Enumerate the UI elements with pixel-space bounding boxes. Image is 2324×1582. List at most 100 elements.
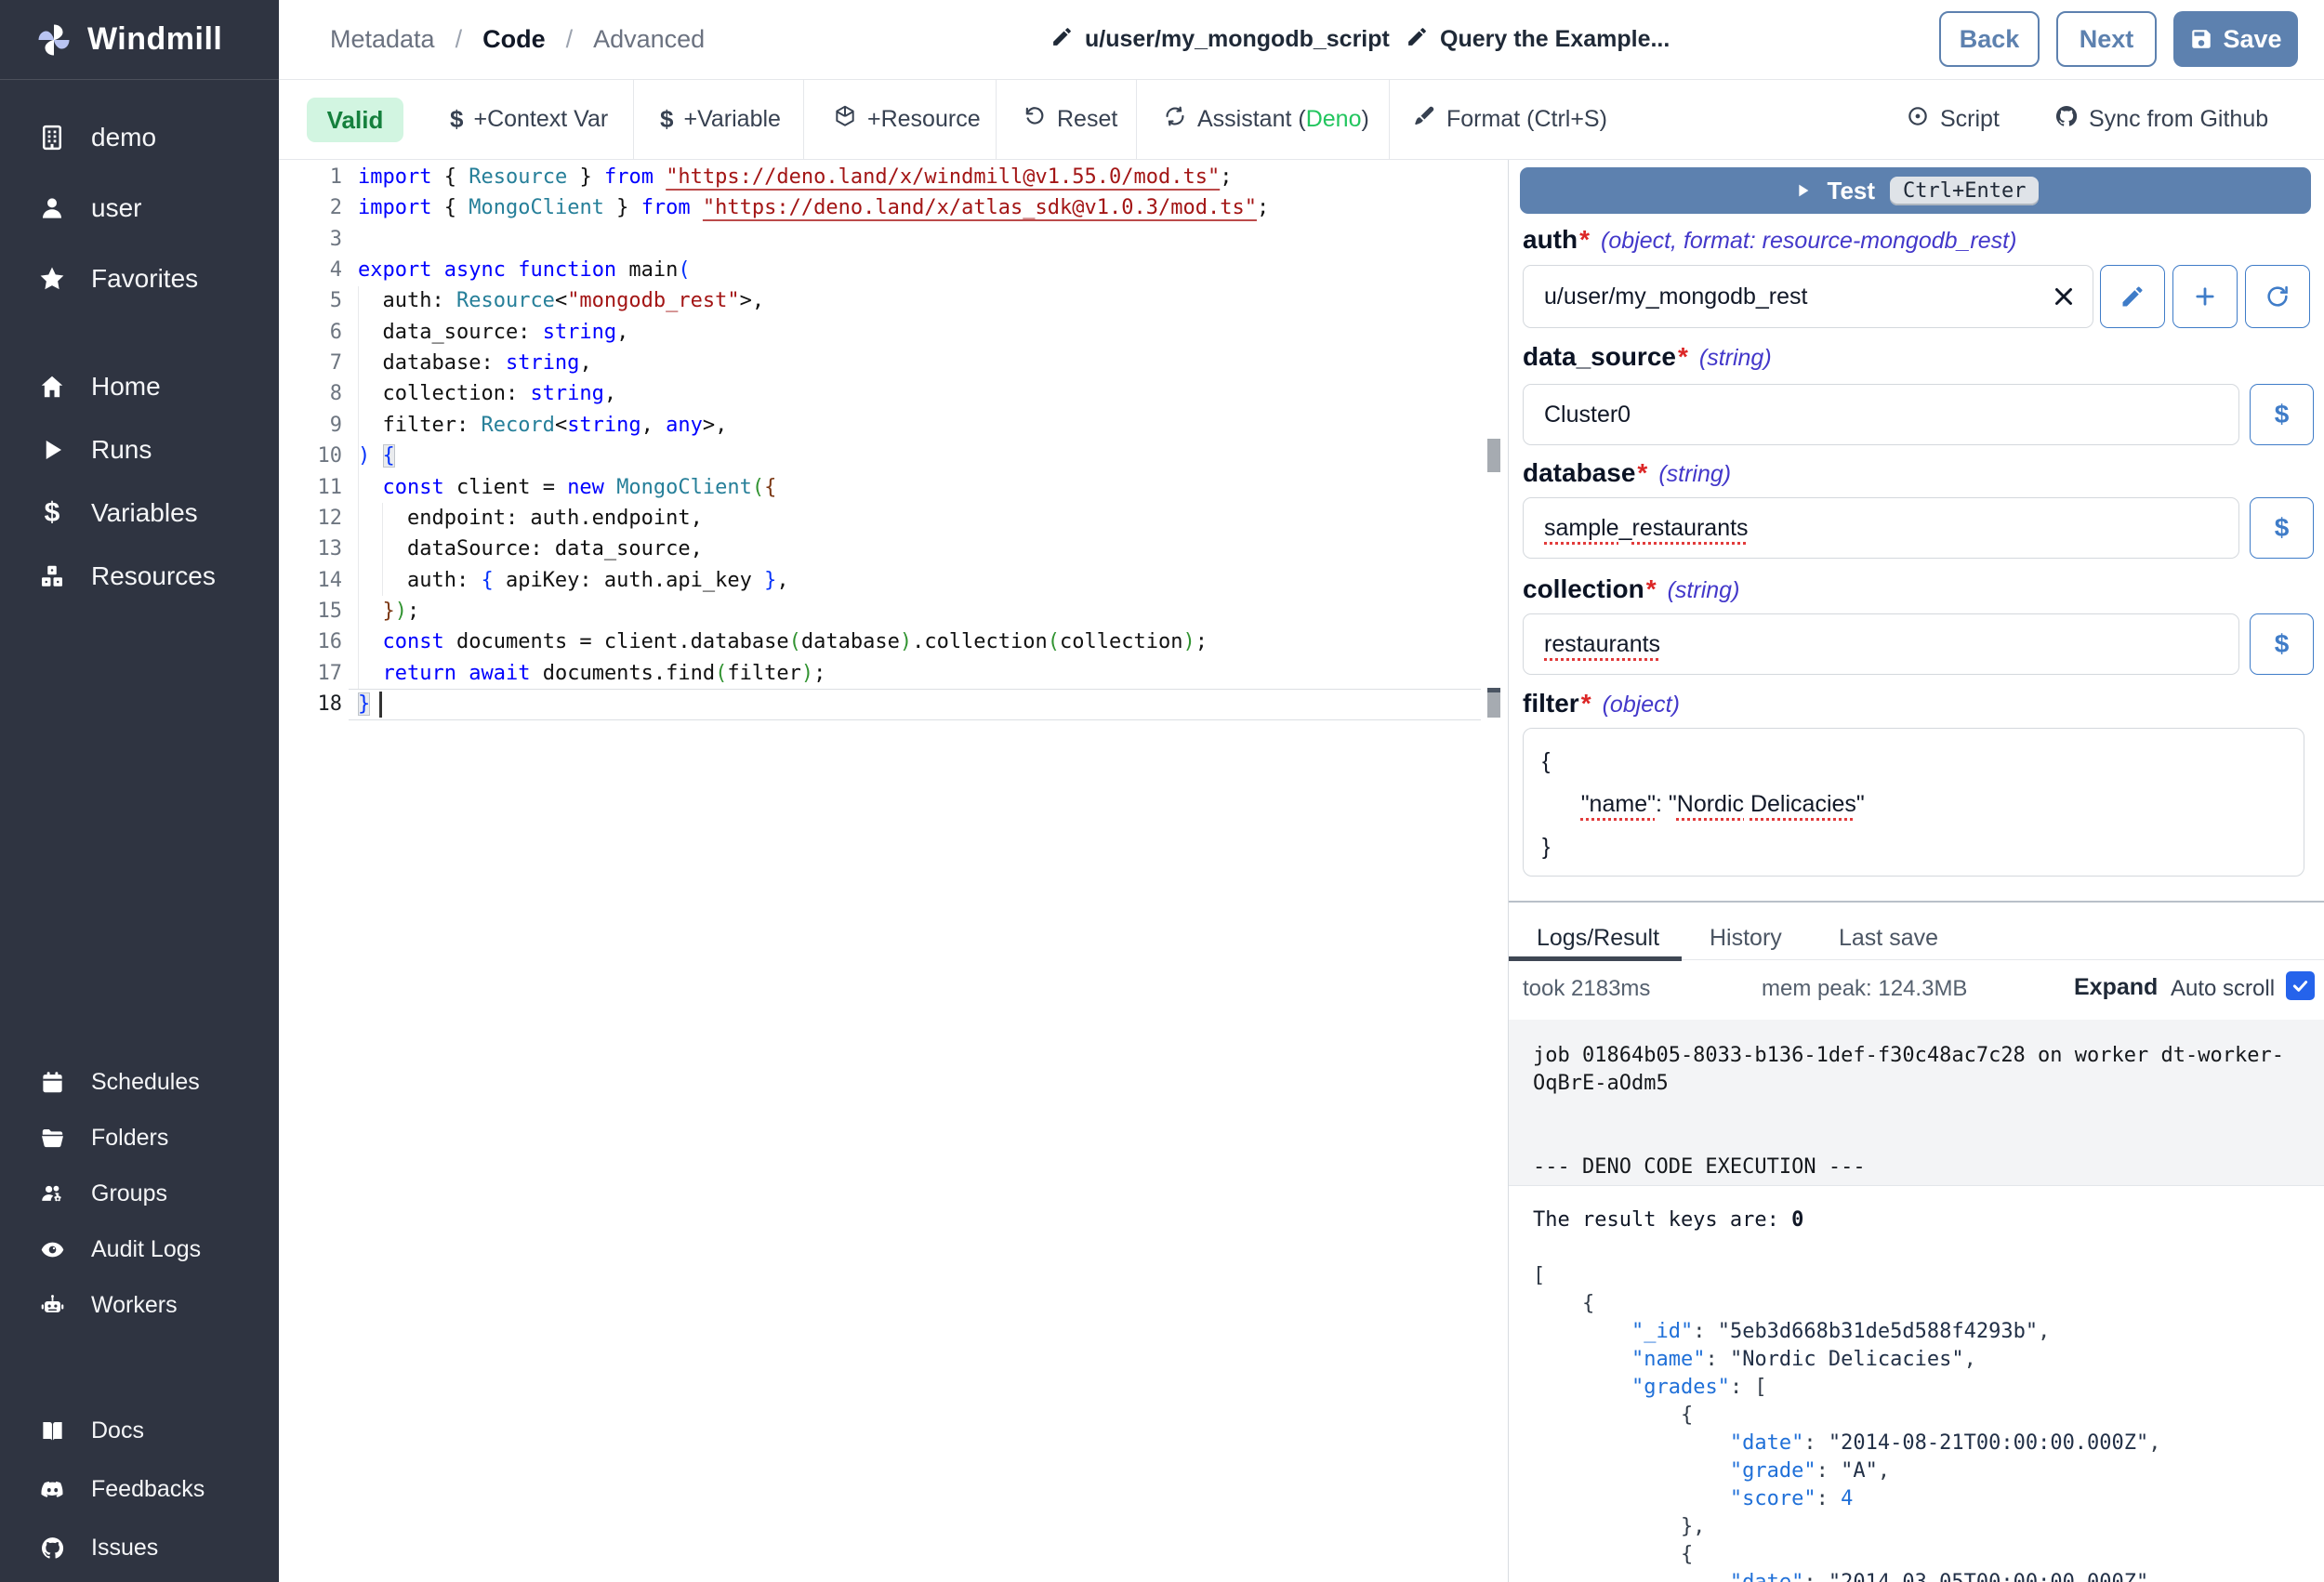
insert-variable-button[interactable]: $ bbox=[2250, 613, 2314, 675]
insert-variable-button[interactable]: $ bbox=[2250, 384, 2314, 445]
back-button[interactable]: Back bbox=[1939, 11, 2040, 67]
sidebar-item-home[interactable]: Home bbox=[0, 355, 279, 418]
sidebar-item-label: Docs bbox=[91, 1417, 144, 1444]
toolbar-label-accent: Deno bbox=[1306, 106, 1362, 133]
field-label-filter: filter*(object) bbox=[1523, 689, 1680, 718]
database-input[interactable]: sample_restaurants bbox=[1523, 497, 2239, 559]
toolbar-sync-github[interactable]: Sync from Github bbox=[2054, 80, 2268, 159]
tab-advanced[interactable]: Advanced bbox=[593, 25, 705, 54]
filter-json-input[interactable]: { "name": "Nordic Delicacies"} bbox=[1523, 728, 2304, 877]
line-number: 18 bbox=[279, 689, 342, 719]
result-output: The result keys are: 0 [ { "_id": "5eb3d… bbox=[1509, 1185, 2324, 1582]
sidebar-item-workers[interactable]: Workers bbox=[0, 1277, 279, 1333]
sidebar-item-groups[interactable]: Groups bbox=[0, 1166, 279, 1221]
panel-divider bbox=[1509, 901, 2324, 903]
code-line-14: 14 auth: { apiKey: auth.api_key }, bbox=[279, 565, 1508, 597]
clear-value-icon[interactable] bbox=[2050, 283, 2078, 310]
run-stats: took 2183ms mem peak: 124.3MB Expand Aut… bbox=[1509, 971, 2324, 1009]
run-preview-panel: Test Ctrl+Enter auth*(object, format: re… bbox=[1508, 160, 2324, 1582]
edit-resource-button[interactable] bbox=[2100, 265, 2165, 328]
script-path[interactable]: u/user/my_mongodb_script bbox=[1050, 0, 1390, 79]
line-number: 7 bbox=[279, 348, 342, 378]
sidebar-item-folders[interactable]: Folders bbox=[0, 1110, 279, 1166]
test-button[interactable]: Test Ctrl+Enter bbox=[1520, 167, 2311, 214]
sidebar-item-feedbacks[interactable]: Feedbacks bbox=[0, 1460, 279, 1519]
sidebar-item-demo[interactable]: demo bbox=[0, 102, 279, 173]
expand-button[interactable]: Expand bbox=[2074, 974, 2158, 1001]
line-number: 13 bbox=[279, 534, 342, 564]
result-json-line: "score": 4 bbox=[1533, 1485, 2300, 1513]
log-line: job 01864b05-8033-b136-1def-f30c48ac7c28… bbox=[1533, 1042, 2288, 1098]
line-number: 14 bbox=[279, 565, 342, 596]
field-label-data_source: data_source*(string) bbox=[1523, 342, 1772, 372]
logo-text: Windmill bbox=[87, 21, 222, 58]
toolbar-add-variable[interactable]: $+Variable bbox=[660, 80, 781, 159]
next-button[interactable]: Next bbox=[2056, 11, 2157, 67]
field-label-database: database*(string) bbox=[1523, 458, 1731, 488]
json-row: "name": "Nordic Delicacies" bbox=[1542, 783, 2285, 825]
cubes-icon bbox=[37, 561, 67, 591]
sidebar-item-resources[interactable]: Resources bbox=[0, 545, 279, 608]
sidebar-item-issues[interactable]: Issues bbox=[0, 1519, 279, 1577]
run-mem-peak: mem peak: 124.3MB bbox=[1762, 976, 1967, 1002]
toolbar-add-resource[interactable]: +Resource bbox=[833, 80, 981, 159]
dollar-icon: $ bbox=[660, 105, 673, 134]
field-type-note: (object) bbox=[1603, 692, 1680, 718]
sidebar-item-schedules[interactable]: Schedules bbox=[0, 1054, 279, 1110]
brush-icon bbox=[1412, 104, 1436, 135]
toolbar-label: Reset bbox=[1057, 106, 1117, 133]
script-summary[interactable]: Query the Example... bbox=[1406, 0, 1670, 79]
collection-input[interactable]: restaurants bbox=[1523, 613, 2239, 675]
add-resource-button[interactable] bbox=[2172, 265, 2238, 328]
tab-metadata[interactable]: Metadata bbox=[330, 25, 435, 54]
code-line-15: 15 }); bbox=[279, 596, 1508, 627]
code-editor[interactable]: 1import { Resource } from "https://deno.… bbox=[279, 160, 1508, 1582]
github-icon bbox=[37, 1534, 67, 1563]
line-number: 12 bbox=[279, 503, 342, 534]
code-line-content: endpoint: auth.endpoint, bbox=[358, 503, 703, 534]
save-button[interactable]: Save bbox=[2173, 11, 2298, 67]
tab-code[interactable]: Code bbox=[482, 25, 546, 54]
toolbar-add-context-var[interactable]: $+Context Var bbox=[450, 80, 608, 159]
insert-variable-button[interactable]: $ bbox=[2250, 497, 2314, 559]
tab-logs-result[interactable]: Logs/Result bbox=[1537, 916, 1659, 960]
tab-last-save[interactable]: Last save bbox=[1839, 916, 1938, 960]
refresh-resource-button[interactable] bbox=[2245, 265, 2310, 328]
sidebar-item-label: Workers bbox=[91, 1292, 178, 1319]
editor-scrollbar[interactable] bbox=[1482, 160, 1500, 1582]
tab-history[interactable]: History bbox=[1710, 916, 1782, 960]
windmill-logo[interactable]: Windmill bbox=[0, 0, 279, 80]
toolbar-reset[interactable]: Reset bbox=[1023, 80, 1117, 159]
sidebar-item-user[interactable]: user bbox=[0, 173, 279, 244]
code-line-9: 9 filter: Record<string, any>, bbox=[279, 410, 1508, 442]
sidebar-item-docs[interactable]: Docs bbox=[0, 1402, 279, 1460]
dollar-icon: $ bbox=[37, 498, 67, 528]
code-line-content: export async function main( bbox=[358, 255, 691, 285]
toolbar-script-kind[interactable]: Script bbox=[1906, 80, 2000, 159]
windmill-app: Windmill demouserFavorites HomeRuns$Vari… bbox=[0, 0, 2324, 1582]
json-row: { bbox=[1542, 740, 2285, 783]
autoscroll-checkbox[interactable] bbox=[2286, 971, 2315, 1000]
line-number: 4 bbox=[279, 255, 342, 285]
data_source-input[interactable]: Cluster0 bbox=[1523, 384, 2239, 445]
toolbar-format[interactable]: Format (Ctrl+S) bbox=[1412, 80, 1607, 159]
autoscroll-label[interactable]: Auto scroll bbox=[2171, 976, 2275, 1002]
line-number: 16 bbox=[279, 626, 342, 657]
field-name: data_source bbox=[1523, 342, 1676, 372]
toolbar-assistant[interactable]: Assistant (Deno) bbox=[1163, 80, 1369, 159]
sidebar-item-audit-logs[interactable]: Audit Logs bbox=[0, 1221, 279, 1277]
code-line-7: 7 database: string, bbox=[279, 348, 1508, 379]
toolbar-label: ) bbox=[1361, 106, 1368, 133]
play-icon bbox=[37, 435, 67, 465]
field-name: auth bbox=[1523, 225, 1578, 255]
result-intro: The result keys are: 0 bbox=[1533, 1206, 2300, 1234]
eye-icon bbox=[37, 1234, 67, 1264]
sidebar-item-variables[interactable]: $Variables bbox=[0, 481, 279, 545]
sidebar-admin-group: SchedulesFoldersGroupsAudit Logs Workers bbox=[0, 1054, 279, 1333]
edit-pencil-icon bbox=[1406, 25, 1429, 55]
code-line-3: 3 bbox=[279, 224, 1508, 256]
sidebar-item-favorites[interactable]: Favorites bbox=[0, 244, 279, 314]
sidebar-item-runs[interactable]: Runs bbox=[0, 418, 279, 481]
crumb-separator: / bbox=[456, 25, 463, 54]
auth-input[interactable]: u/user/my_mongodb_rest bbox=[1523, 265, 2093, 328]
